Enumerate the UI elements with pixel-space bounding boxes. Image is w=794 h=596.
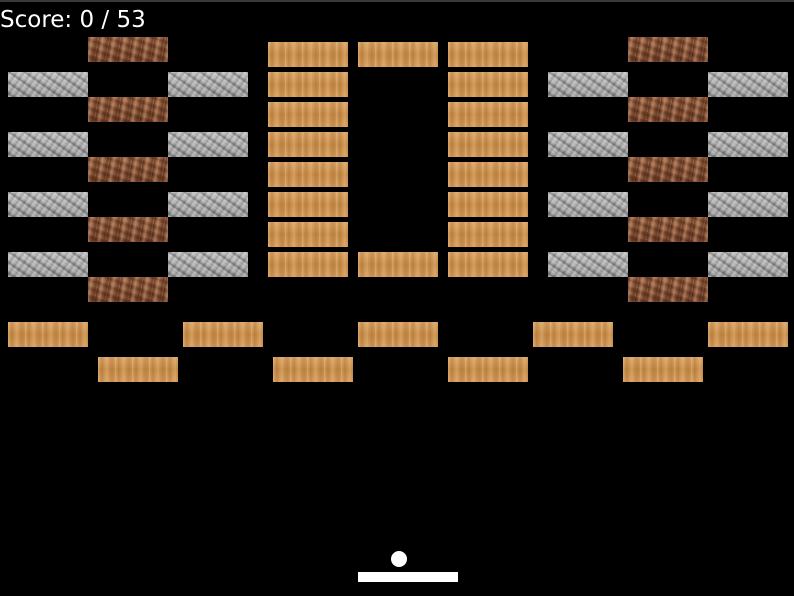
wood-brick xyxy=(268,132,348,157)
bark-brick xyxy=(628,277,708,302)
stone-brick xyxy=(8,132,88,157)
wood-brick xyxy=(448,222,528,247)
bark-brick xyxy=(88,97,168,122)
wood-brick xyxy=(708,322,788,347)
stone-brick xyxy=(548,72,628,97)
stone-brick xyxy=(8,72,88,97)
wood-brick xyxy=(268,42,348,67)
wood-brick xyxy=(358,252,438,277)
wood-brick xyxy=(358,42,438,67)
bark-brick xyxy=(88,157,168,182)
stone-brick xyxy=(168,252,248,277)
stone-brick xyxy=(708,252,788,277)
wood-brick xyxy=(8,322,88,347)
wood-brick xyxy=(448,162,528,187)
wood-brick xyxy=(268,72,348,97)
bark-brick xyxy=(88,217,168,242)
wood-brick xyxy=(448,102,528,127)
wood-brick xyxy=(448,357,528,382)
wood-brick xyxy=(273,357,353,382)
bark-brick xyxy=(628,157,708,182)
bark-brick xyxy=(628,97,708,122)
stone-brick xyxy=(168,72,248,97)
stone-brick xyxy=(708,192,788,217)
bark-brick xyxy=(88,277,168,302)
wood-brick xyxy=(448,252,528,277)
stone-brick xyxy=(168,192,248,217)
stone-brick xyxy=(708,132,788,157)
wood-brick xyxy=(448,132,528,157)
wood-brick xyxy=(268,162,348,187)
stone-brick xyxy=(548,192,628,217)
wood-brick xyxy=(358,322,438,347)
wood-brick xyxy=(448,192,528,217)
stone-brick xyxy=(548,132,628,157)
score-display: Score: 0 / 53 xyxy=(0,7,146,33)
stone-brick xyxy=(8,192,88,217)
wood-brick xyxy=(268,192,348,217)
stone-brick xyxy=(548,252,628,277)
wood-brick xyxy=(98,357,178,382)
wood-brick xyxy=(448,42,528,67)
bark-brick xyxy=(628,217,708,242)
bark-brick xyxy=(88,37,168,62)
ball xyxy=(391,551,407,567)
game-board[interactable]: Score: 0 / 53 xyxy=(0,0,794,596)
paddle[interactable] xyxy=(358,572,458,582)
wood-brick xyxy=(268,222,348,247)
stone-brick xyxy=(8,252,88,277)
wood-brick xyxy=(183,322,263,347)
stone-brick xyxy=(168,132,248,157)
wood-brick xyxy=(268,252,348,277)
wood-brick xyxy=(448,72,528,97)
wood-brick xyxy=(533,322,613,347)
wood-brick xyxy=(623,357,703,382)
wood-brick xyxy=(268,102,348,127)
window-top-border xyxy=(0,0,794,2)
bark-brick xyxy=(628,37,708,62)
stone-brick xyxy=(708,72,788,97)
